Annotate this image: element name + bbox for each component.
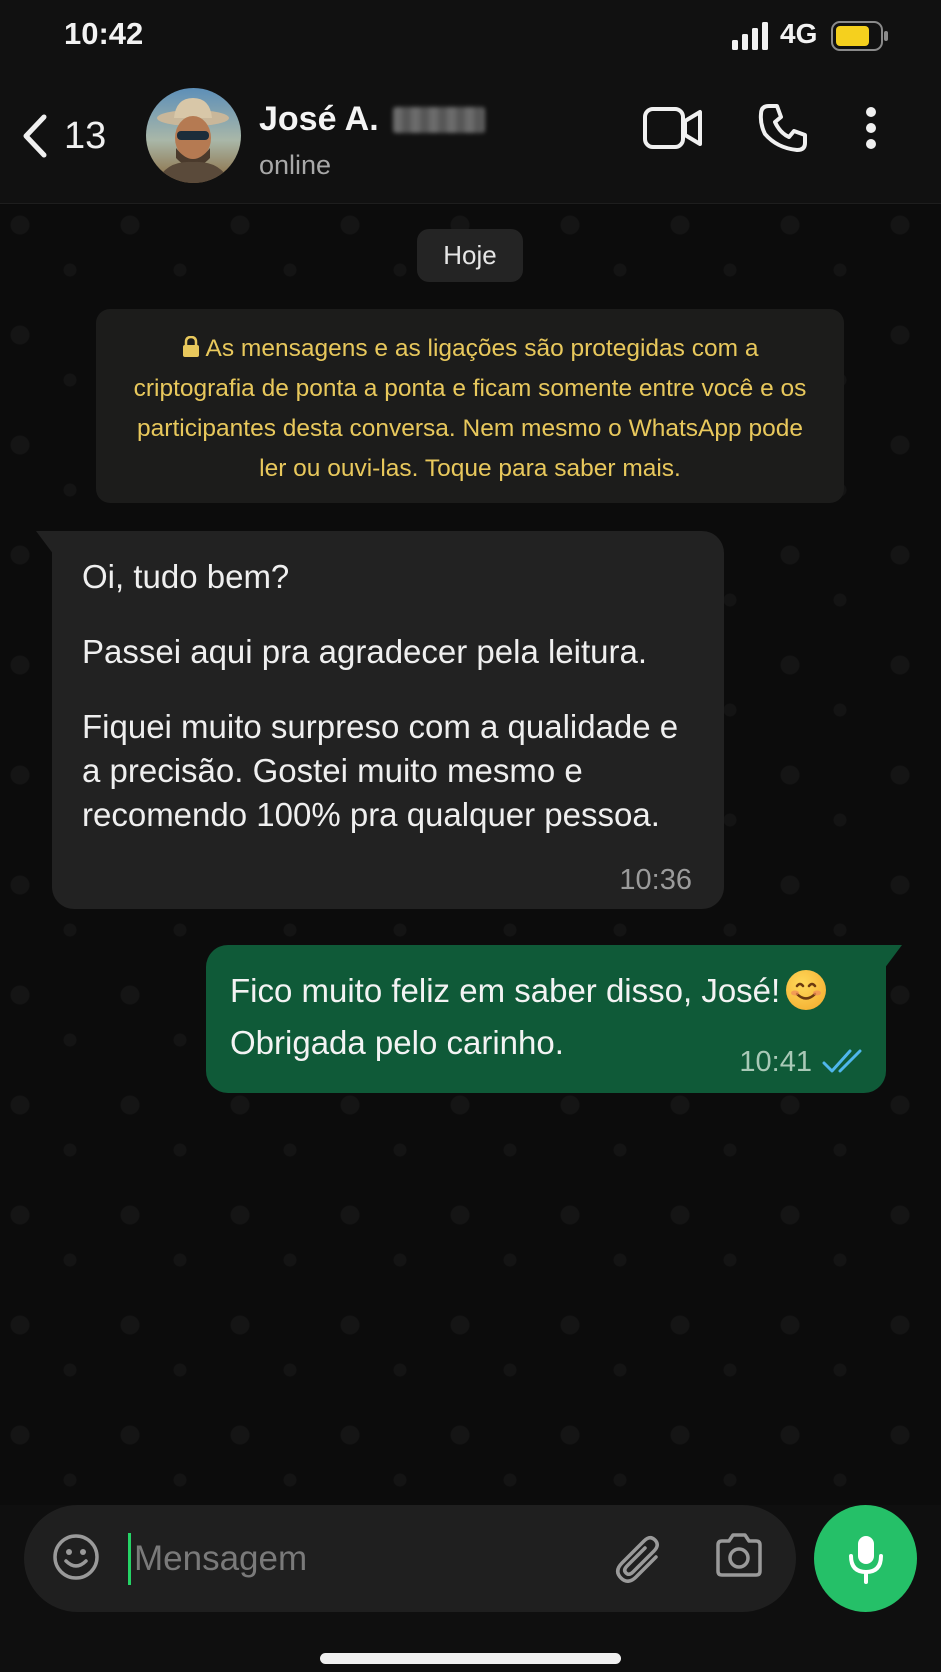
more-vertical-icon[interactable] <box>864 106 878 150</box>
message-text: Fico muito feliz em saber disso, José! <box>230 972 781 1009</box>
chat-area[interactable]: Hoje As mensagens e as ligações são prot… <box>0 205 941 1505</box>
message-timestamp: 10:36 <box>619 864 692 896</box>
avatar[interactable] <box>146 88 241 183</box>
chat-header: 13 José A. online <box>0 72 941 204</box>
message-timestamp: 10:41 <box>739 1046 812 1078</box>
text-caret <box>128 1533 131 1585</box>
message-composer <box>0 1505 941 1672</box>
camera-icon[interactable] <box>714 1533 764 1577</box>
lock-icon <box>182 336 199 357</box>
outgoing-message-bubble[interactable]: Fico muito feliz em saber disso, José! O… <box>206 945 886 1093</box>
message-line: Fico muito feliz em saber disso, José! <box>230 965 862 1017</box>
unread-count: 13 <box>64 114 107 157</box>
home-indicator[interactable] <box>320 1653 621 1664</box>
microphone-button[interactable] <box>814 1505 917 1612</box>
contact-name-text: José A. <box>259 100 379 138</box>
message-paragraph: Oi, tudo bem? <box>82 558 290 595</box>
message-paragraph: Fiquei muito surpreso com a qualidade e … <box>82 708 679 833</box>
read-receipt-icon <box>822 1049 862 1073</box>
encryption-notice-text: As mensagens e as ligações são protegida… <box>133 335 807 482</box>
message-paragraph: Passei aqui pra agradecer pela leitura. <box>82 633 648 670</box>
incoming-message-bubble[interactable]: Oi, tudo bem? Passei aqui pra agradecer … <box>52 531 724 909</box>
message-input[interactable] <box>134 1527 574 1591</box>
avatar-photo <box>146 88 241 183</box>
outgoing-bubble-tail <box>884 945 902 969</box>
back-button[interactable]: 13 <box>20 108 106 164</box>
chevron-left-icon <box>23 114 47 158</box>
emoji-icon[interactable] <box>52 1533 100 1581</box>
encryption-notice[interactable]: As mensagens e as ligações são protegida… <box>96 309 844 503</box>
video-call-icon[interactable] <box>643 106 703 150</box>
network-type: 4G <box>780 18 818 49</box>
battery-icon <box>831 21 888 51</box>
redacted-surname <box>392 106 485 133</box>
date-separator: Hoje <box>417 229 523 282</box>
phone-icon[interactable] <box>757 102 809 154</box>
contact-status: online <box>259 150 332 180</box>
input-pill <box>24 1505 796 1612</box>
status-bar: 10:42 4G <box>0 0 941 72</box>
smiling-face-emoji-icon <box>786 970 827 1010</box>
contact-name[interactable]: José A. <box>259 100 485 139</box>
signal-strength-icon <box>732 22 768 50</box>
microphone-icon <box>848 1535 883 1584</box>
paperclip-icon[interactable] <box>614 1531 666 1587</box>
status-time: 10:42 <box>64 16 144 51</box>
